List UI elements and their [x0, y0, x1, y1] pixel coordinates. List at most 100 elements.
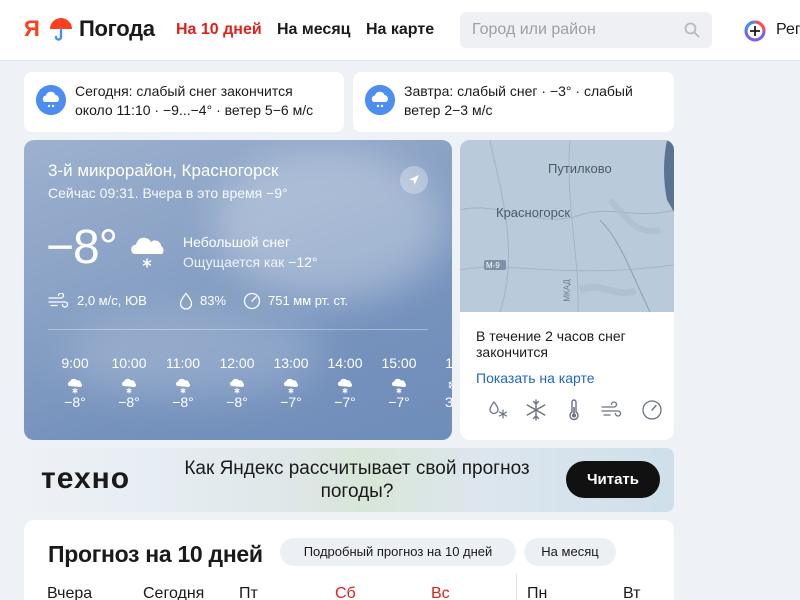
- wind-value: 2,0 м/с, ЮВ: [77, 293, 147, 308]
- humidity-value: 83%: [200, 293, 227, 308]
- day-tab-today[interactable]: Сегодня: [143, 584, 204, 600]
- hourly-item: 13:00 −7°: [271, 354, 311, 411]
- alert-today-text: Сегодня: слабый снег закончится около 11…: [75, 83, 314, 118]
- snow-cloud-icon: [121, 378, 136, 394]
- hourly-item: 10:00 −8°: [109, 354, 149, 411]
- hour-temperature: −8°: [226, 394, 248, 410]
- banner-title: Как Яндекс рассчитывает свой прогноз пог…: [184, 458, 530, 502]
- search-input[interactable]: [472, 12, 672, 48]
- now-line: Сейчас 09:31. Вчера в это время −9°: [48, 185, 288, 201]
- hourly-item: 15:00 −7°: [379, 354, 419, 411]
- map-card: Путилково Красногорск М-9 МКАД В течение…: [460, 140, 674, 440]
- pressure-gauge-icon: [243, 292, 261, 310]
- hourly-item: 9:00 −8°: [55, 354, 95, 411]
- thermometer-icon[interactable]: [562, 398, 586, 422]
- hour-time: 10:00: [111, 355, 147, 371]
- yandex-id-icon[interactable]: [744, 20, 766, 42]
- search-box: [460, 12, 712, 48]
- hour-temperature: −8°: [172, 394, 194, 410]
- snowflake-icon[interactable]: [524, 398, 548, 422]
- techno-logo: техно: [41, 462, 131, 495]
- day-tab-yesterday[interactable]: Вчера: [47, 584, 92, 600]
- day-tab-tue[interactable]: Вт: [623, 584, 640, 600]
- header: Я Погода На 10 дней На месяц На карте Ре…: [0, 0, 800, 61]
- hour-temperature: За: [444, 394, 452, 410]
- day-tab-sat[interactable]: Сб: [335, 584, 356, 600]
- feels-like-label: Ощущается как: [183, 254, 285, 270]
- alert-tomorrow[interactable]: Завтра: слабый снег · −3° · слабый ветер…: [353, 72, 674, 132]
- map-label-putilkovo: Путилково: [548, 161, 612, 176]
- snow-cloud-icon: [391, 378, 406, 394]
- detailed-forecast-button[interactable]: Подробный прогноз на 10 дней: [280, 538, 516, 566]
- yandex-logo-letter: Я: [24, 16, 40, 41]
- hourly-item: 11:00 −8°: [163, 354, 203, 411]
- hourly-item: 14:00 −7°: [325, 354, 365, 411]
- hour-time: 15: [445, 355, 452, 371]
- hour-time: 11:00: [166, 355, 200, 371]
- search-icon[interactable]: [684, 22, 700, 38]
- hour-time: 13:00: [273, 355, 309, 371]
- alert-tomorrow-text: Завтра: слабый снег · −3° · слабый ветер…: [404, 83, 633, 118]
- wind-info: 2,0 м/с, ЮВ: [48, 292, 147, 310]
- hourly-item: 12:00 −8°: [217, 354, 257, 411]
- nav-month[interactable]: На месяц: [277, 20, 351, 40]
- hour-time: 14:00: [327, 355, 363, 371]
- logo-text: Погода: [79, 16, 155, 41]
- snow-cloud-icon: [67, 378, 82, 394]
- wind-icon[interactable]: [600, 398, 624, 422]
- current-temperature: −8°: [46, 221, 118, 274]
- precipitation-droplets-icon[interactable]: [486, 398, 510, 422]
- snow-cloud-icon: [283, 378, 298, 394]
- day-tab-sun[interactable]: Вс: [431, 584, 450, 600]
- snow-cloud-icon: ❄: [444, 376, 452, 394]
- day-tab-mon[interactable]: Пн: [527, 584, 547, 600]
- hourly-item: 15 ❄За: [433, 354, 452, 411]
- pressure-gauge-icon[interactable]: [640, 398, 664, 422]
- snow-cloud-icon: [337, 378, 352, 394]
- snow-cloud-icon: [365, 85, 395, 115]
- login-link[interactable]: Рег: [776, 20, 800, 40]
- snow-cloud-icon: [175, 378, 190, 394]
- week-separator: [516, 574, 517, 600]
- hour-temperature: −7°: [280, 394, 302, 410]
- logo[interactable]: Я Погода: [24, 16, 155, 42]
- map-label-krasnogorsk: Красногорск: [496, 205, 571, 220]
- day-tab-fri[interactable]: Пт: [239, 584, 258, 600]
- current-weather-card: 3-й микрорайон, Красногорск Сейчас 09:31…: [24, 140, 452, 440]
- geolocation-button[interactable]: [400, 166, 428, 194]
- hour-temperature: −8°: [118, 394, 140, 410]
- hour-time: 12:00: [219, 355, 255, 371]
- map-forecast-text: В течение 2 часов снег закончится: [476, 328, 626, 360]
- snow-cloud-icon: [36, 85, 66, 115]
- snow-cloud-icon: [131, 237, 164, 268]
- condition-text: Небольшой снег: [183, 234, 291, 250]
- forecast-title: Прогноз на 10 дней: [48, 541, 263, 567]
- wind-icon: [48, 293, 69, 308]
- techno-banner[interactable]: техно Как Яндекс рассчитывает свой прогн…: [24, 448, 674, 512]
- forecast-section: Прогноз на 10 дней Подробный прогноз на …: [24, 520, 674, 600]
- snow-cloud-icon: [229, 378, 244, 394]
- nav-map[interactable]: На карте: [366, 20, 434, 40]
- month-forecast-button[interactable]: На месяц: [524, 538, 616, 566]
- pressure-value: 751 мм рт. ст.: [268, 293, 349, 308]
- feels-like: Ощущается как −12°: [183, 253, 318, 271]
- hour-temperature: −7°: [334, 394, 356, 410]
- alert-today[interactable]: Сегодня: слабый снег закончится около 11…: [24, 72, 344, 132]
- hour-time: 15:00: [381, 355, 417, 371]
- humidity-info: 83%: [179, 292, 226, 310]
- map-label-m9: М-9: [486, 261, 500, 270]
- hour-time: 9:00: [61, 355, 89, 371]
- navigation-arrow-icon: [409, 175, 419, 185]
- map-label-mkad: МКАД: [562, 279, 572, 302]
- feels-like-value: −12°: [288, 254, 318, 270]
- show-on-map-link[interactable]: Показать на карте: [476, 369, 595, 387]
- location-title[interactable]: 3-й микрорайон, Красногорск: [48, 160, 278, 182]
- hour-temperature: −7°: [388, 394, 410, 410]
- divider: [48, 329, 428, 330]
- nav-10-days[interactable]: На 10 дней: [176, 20, 262, 40]
- pressure-info: 751 мм рт. ст.: [243, 292, 348, 310]
- read-button[interactable]: Читать: [566, 461, 660, 498]
- umbrella-logo-icon: [50, 18, 72, 41]
- droplet-icon: [179, 292, 193, 310]
- hour-temperature: −8°: [64, 394, 86, 410]
